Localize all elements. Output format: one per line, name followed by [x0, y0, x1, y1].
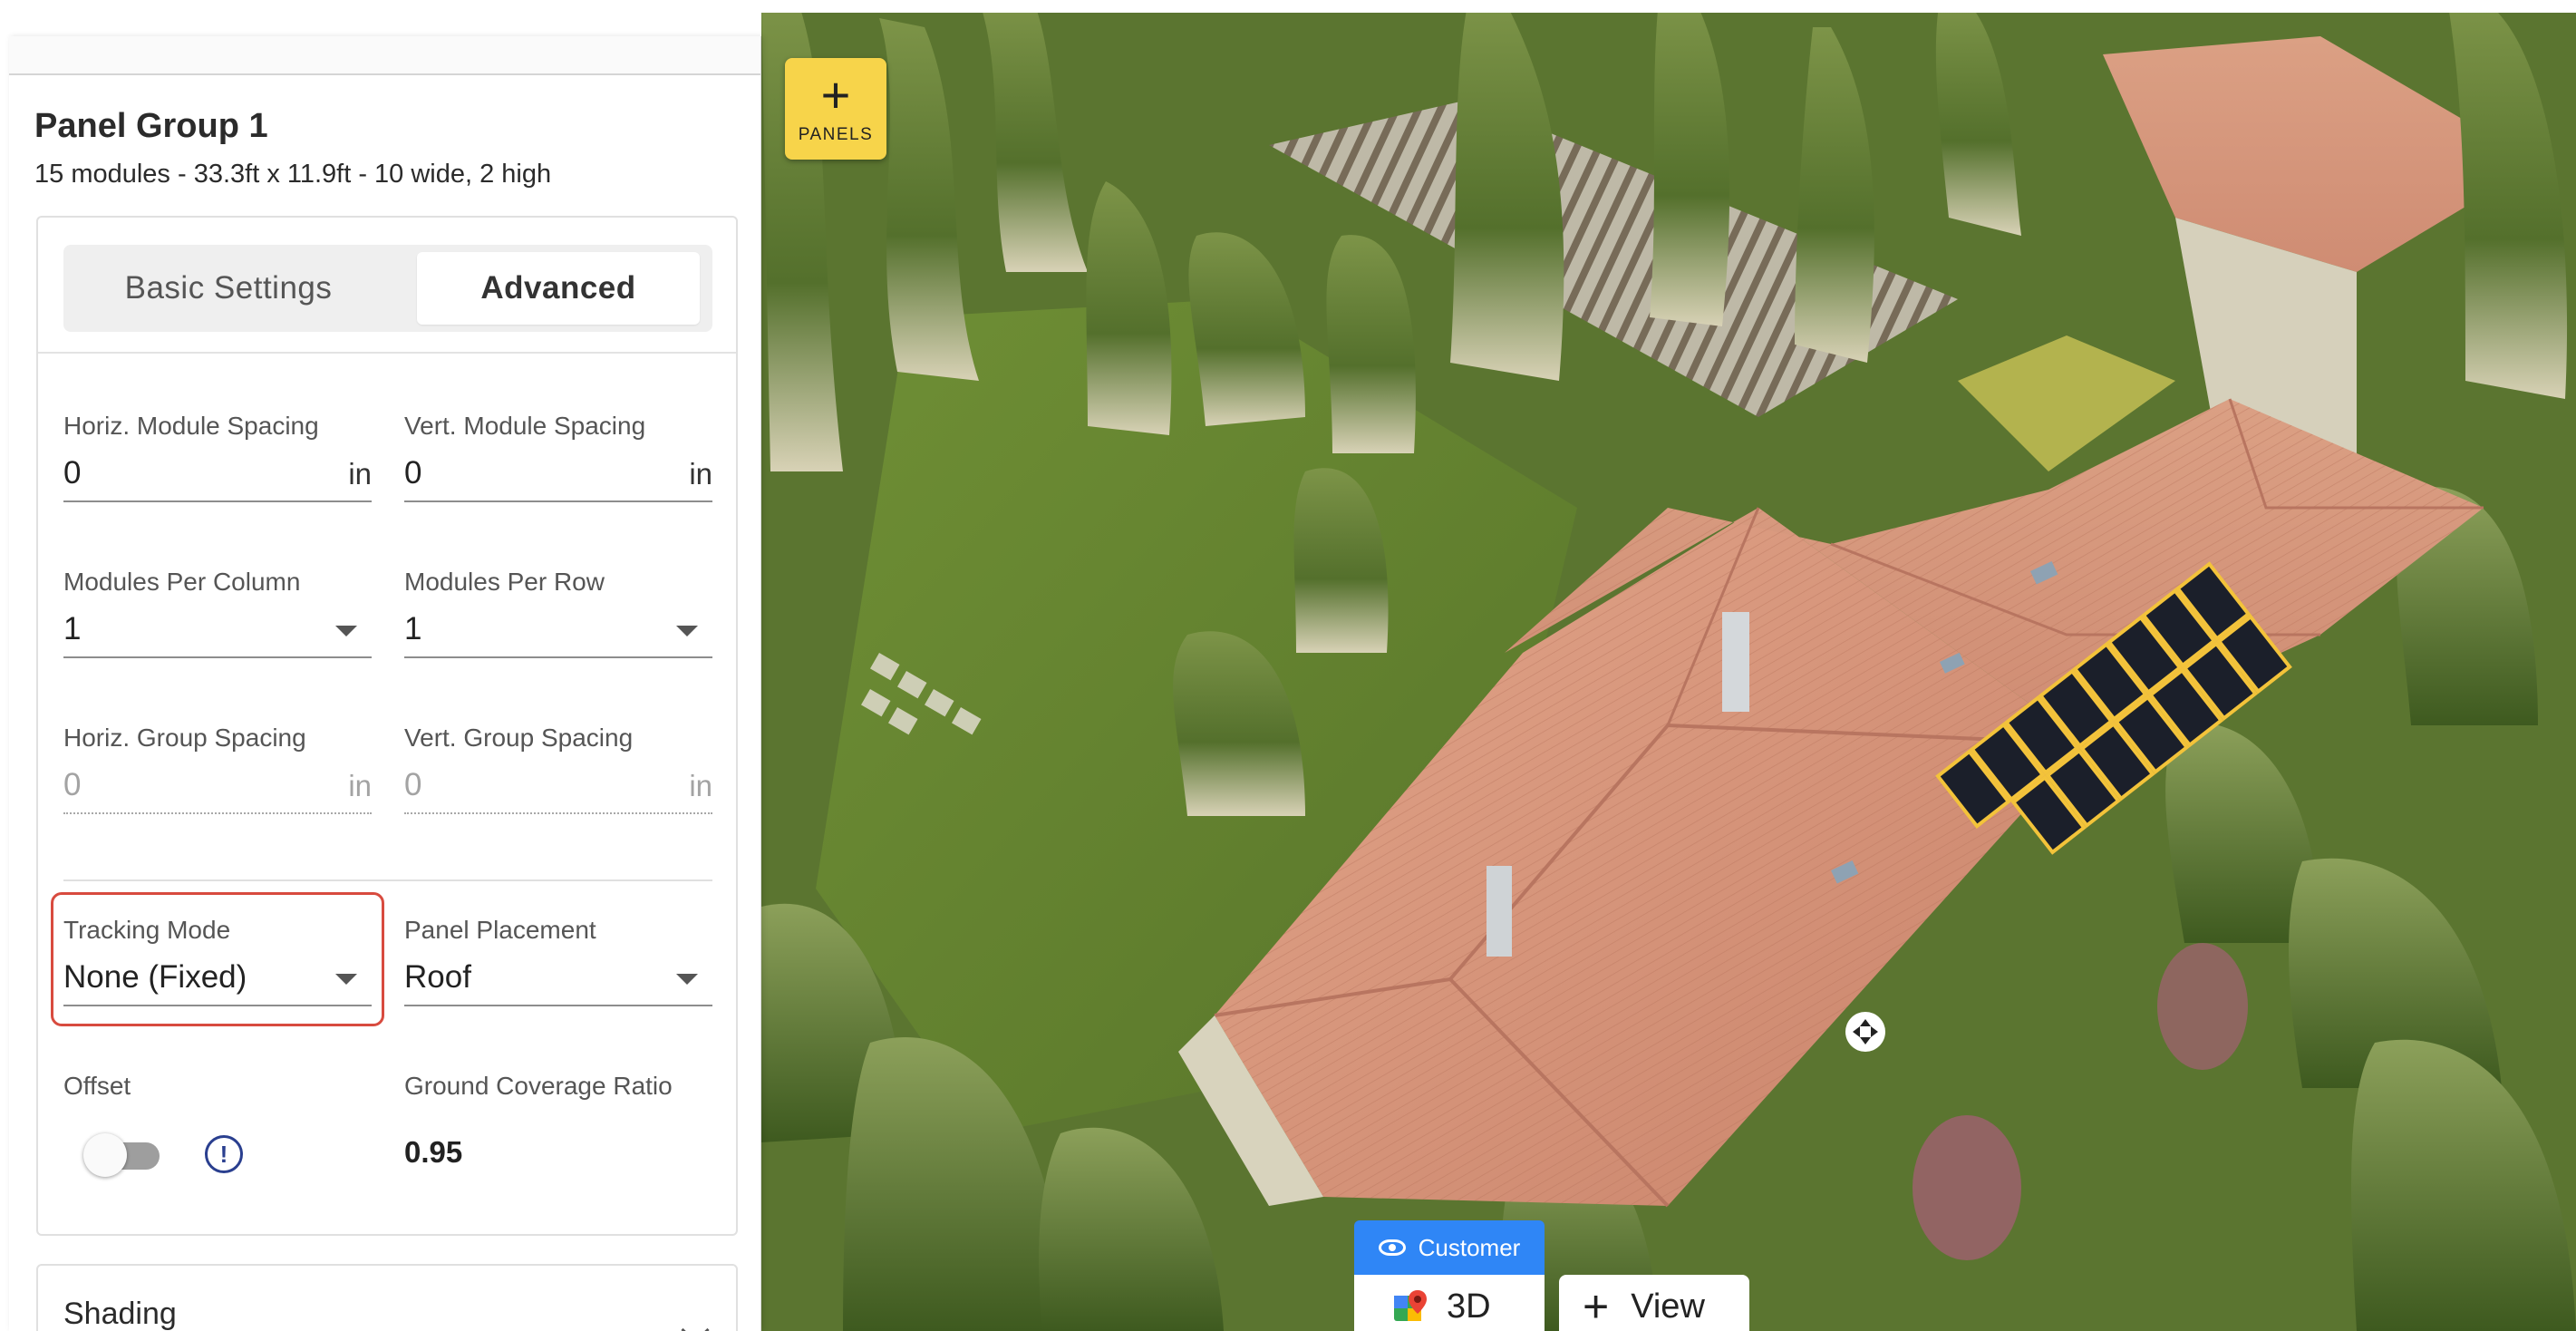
chevron-down-icon [335, 974, 357, 985]
modules-per-column-dropdown[interactable]: 1 [63, 609, 372, 658]
plus-icon: + [1583, 1281, 1610, 1331]
ground-coverage-ratio-field: Ground Coverage Ratio [404, 1072, 712, 1101]
add-view-label: View [1631, 1287, 1705, 1326]
google-maps-icon [1394, 1290, 1427, 1321]
field-label: Modules Per Column [63, 568, 301, 596]
top-edge [0, 0, 2576, 13]
field-unit: in [689, 769, 712, 802]
field-label: Horiz. Group Spacing [63, 724, 306, 752]
divider [38, 352, 736, 354]
customer-view-button[interactable]: Customer [1354, 1220, 1545, 1275]
field-value: 1 [404, 611, 422, 646]
field-unit: in [689, 457, 712, 491]
field-label: Panel Placement [404, 916, 596, 944]
field-value: 0 [404, 767, 422, 802]
view-3d-label: 3D [1447, 1287, 1491, 1326]
chevron-down-icon [335, 626, 357, 636]
eye-icon [1378, 1239, 1406, 1256]
vert-group-spacing-field: Vert. Group Spacing 0 in [404, 724, 712, 814]
field-label: Horiz. Module Spacing [63, 412, 319, 440]
settings-card: Basic Settings Advanced Horiz. Module Sp… [36, 216, 738, 1236]
add-panels-label: PANELS [798, 125, 874, 144]
shading-title: Shading [63, 1297, 177, 1331]
field-value: 1 [63, 611, 82, 646]
field-value: Roof [404, 959, 471, 995]
collapsed-header [9, 36, 760, 75]
modules-per-column-select[interactable]: Modules Per Column 1 [63, 568, 372, 658]
panel-settings-sidebar: Panel Group 1 15 modules - 33.3ft x 11.9… [9, 36, 761, 1331]
settings-tabs: Basic Settings Advanced [63, 245, 712, 332]
horiz-group-spacing-field: Horiz. Group Spacing 0 in [63, 724, 372, 814]
vert-module-spacing-input[interactable]: 0 in [404, 453, 712, 502]
tracking-mode-select[interactable]: Tracking Mode None (Fixed) [63, 916, 372, 1006]
info-icon[interactable]: ! [205, 1135, 243, 1173]
add-view-button[interactable]: + View [1559, 1275, 1749, 1331]
divider [63, 879, 712, 881]
toggle-knob [83, 1133, 127, 1177]
horiz-group-spacing-input: 0 in [63, 765, 372, 814]
aerial-scene [761, 0, 2576, 1331]
panel-placement-dropdown[interactable]: Roof [404, 957, 712, 1006]
shading-section[interactable]: Shading [36, 1264, 738, 1331]
field-label: Tracking Mode [63, 916, 231, 944]
vert-group-spacing-input: 0 in [404, 765, 712, 814]
plus-icon: + [820, 66, 851, 123]
field-value: 0 [63, 455, 82, 491]
field-label: Ground Coverage Ratio [404, 1072, 673, 1100]
move-icon [1845, 1012, 1885, 1052]
offset-field: Offset [63, 1072, 372, 1101]
tracking-mode-dropdown[interactable]: None (Fixed) [63, 957, 372, 1006]
view-3d-button[interactable]: 3D [1354, 1275, 1545, 1331]
field-unit: in [348, 457, 372, 491]
panel-placement-select[interactable]: Panel Placement Roof [404, 916, 712, 1006]
ground-coverage-ratio-value: 0.95 [404, 1135, 463, 1169]
chevron-down-icon [681, 1316, 710, 1331]
add-panels-button[interactable]: + PANELS [785, 58, 886, 160]
vert-module-spacing-field[interactable]: Vert. Module Spacing 0 in [404, 412, 712, 502]
tab-basic-settings[interactable]: Basic Settings [85, 252, 372, 325]
tab-advanced[interactable]: Advanced [417, 252, 700, 325]
field-label: Vert. Module Spacing [404, 412, 646, 440]
chevron-down-icon [676, 626, 698, 636]
horiz-module-spacing-field[interactable]: Horiz. Module Spacing 0 in [63, 412, 372, 502]
panel-group-title: Panel Group 1 [34, 107, 268, 145]
field-unit: in [348, 769, 372, 802]
field-label: Vert. Group Spacing [404, 724, 634, 752]
customer-label: Customer [1418, 1233, 1521, 1261]
offset-toggle[interactable] [83, 1133, 165, 1177]
map-3d-view[interactable] [761, 0, 2576, 1331]
field-value: None (Fixed) [63, 959, 247, 995]
field-value: 0 [404, 455, 422, 491]
chevron-down-icon [676, 974, 698, 985]
horiz-module-spacing-input[interactable]: 0 in [63, 453, 372, 502]
field-label: Offset [63, 1072, 131, 1100]
modules-per-row-select[interactable]: Modules Per Row 1 [404, 568, 712, 658]
modules-per-row-dropdown[interactable]: 1 [404, 609, 712, 658]
field-label: Modules Per Row [404, 568, 605, 596]
panel-group-summary: 15 modules - 33.3ft x 11.9ft - 10 wide, … [34, 160, 552, 189]
field-value: 0 [63, 767, 82, 802]
